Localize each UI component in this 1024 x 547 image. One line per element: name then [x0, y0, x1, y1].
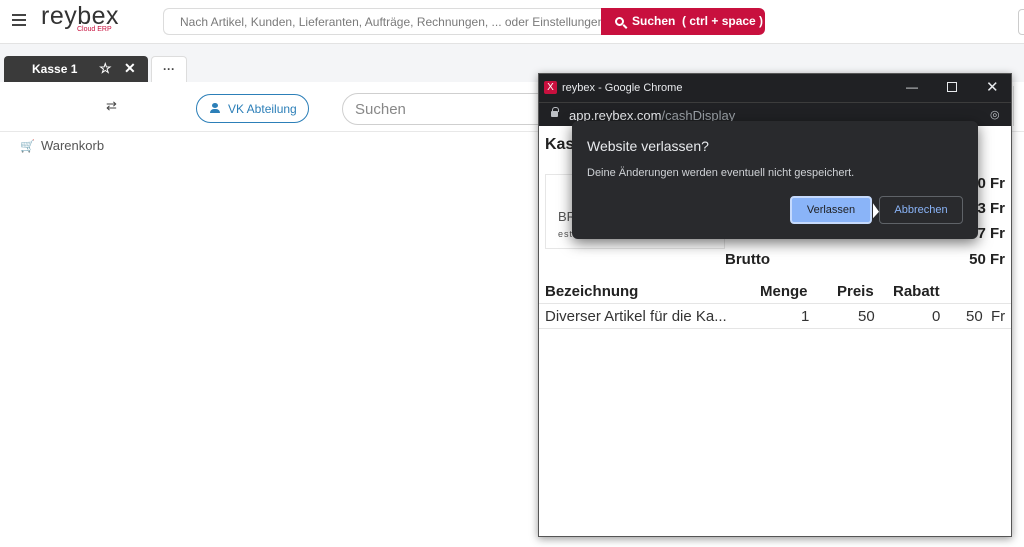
menu-icon[interactable]: [12, 14, 26, 26]
global-search-input[interactable]: Nach Artikel, Kunden, Lieferanten, Auftr…: [163, 8, 603, 35]
col-menge: Menge: [760, 283, 808, 300]
vk-department-button[interactable]: VK Abteilung: [196, 94, 309, 123]
total-value-3: 7 Fr: [977, 225, 1005, 242]
maximize-icon[interactable]: [947, 82, 957, 92]
brand-subtitle: est: [558, 229, 574, 239]
top-header: reybex Cloud ERP Nach Artikel, Kunden, L…: [0, 0, 1024, 44]
row-price: 50: [858, 308, 875, 325]
row-discount: 0: [932, 308, 941, 325]
vk-button-label: VK Abteilung: [228, 102, 297, 116]
total-value-2: 3 Fr: [977, 200, 1005, 217]
lock-icon: [551, 107, 559, 117]
minimize-icon[interactable]: —: [906, 80, 918, 94]
logo[interactable]: reybex Cloud ERP: [41, 2, 120, 34]
table-row: Diverser Artikel für die Ka... 1 50 0 50…: [539, 305, 1011, 329]
table-header: Bezeichnung Menge Preis Rabatt: [539, 280, 1011, 304]
tab-label: Kasse 1: [32, 62, 78, 76]
row-currency: Fr: [991, 308, 1006, 325]
cart-icon: 🛒: [20, 139, 35, 153]
logo-subtitle: Cloud ERP: [77, 26, 112, 33]
col-bezeichnung: Bezeichnung: [545, 283, 639, 300]
cancel-button[interactable]: Abbrechen: [879, 196, 963, 224]
swap-icon[interactable]: ⇄: [106, 98, 117, 114]
cart-label: Warenkorb: [40, 138, 105, 153]
search-button-label: Suchen: [632, 14, 676, 28]
brutto-value: 50 Fr: [969, 251, 1005, 268]
window-title: reybex - Google Chrome: [562, 82, 683, 94]
total-value-1: 0 Fr: [977, 175, 1005, 192]
leave-button[interactable]: Verlassen: [790, 196, 872, 224]
row-total: 50: [966, 308, 983, 325]
leave-site-dialog: Website verlassen? Deine Änderungen werd…: [572, 121, 978, 239]
dialog-title: Website verlassen?: [587, 138, 709, 154]
row-name: Diverser Artikel für die Ka...: [545, 308, 727, 325]
mouse-cursor-icon: [873, 203, 879, 222]
cart-header: 🛒 Warenkorb: [20, 138, 104, 153]
dialog-message: Deine Änderungen werden eventuell nicht …: [587, 167, 855, 179]
global-search-button[interactable]: Suchen ( ctrl + space ): [601, 8, 765, 35]
article-search-input[interactable]: Suchen: [342, 93, 562, 125]
brutto-label: Brutto: [725, 251, 770, 268]
header-right-control[interactable]: [1018, 9, 1024, 35]
side-panel-edge: [1013, 86, 1024, 126]
col-rabatt: Rabatt: [893, 283, 940, 300]
person-icon: [210, 103, 220, 113]
row-qty: 1: [801, 308, 810, 325]
star-icon[interactable]: ☆: [99, 60, 112, 77]
tab-more-button[interactable]: ···: [151, 56, 187, 82]
reybex-favicon-icon: X: [544, 81, 557, 94]
col-preis: Preis: [837, 283, 874, 300]
close-icon[interactable]: ✕: [124, 60, 136, 77]
eye-off-icon[interactable]: ◎: [990, 108, 1000, 121]
window-close-icon[interactable]: ✕: [986, 78, 999, 96]
cash-display-title: Kas: [545, 136, 575, 153]
window-titlebar: X reybex - Google Chrome — ✕: [539, 74, 1011, 102]
search-shortcut: ( ctrl + space ): [682, 14, 764, 28]
tab-kasse-1[interactable]: Kasse 1 ☆ ✕: [4, 56, 148, 82]
logo-text: reybex: [41, 2, 120, 30]
search-icon: [615, 17, 624, 26]
